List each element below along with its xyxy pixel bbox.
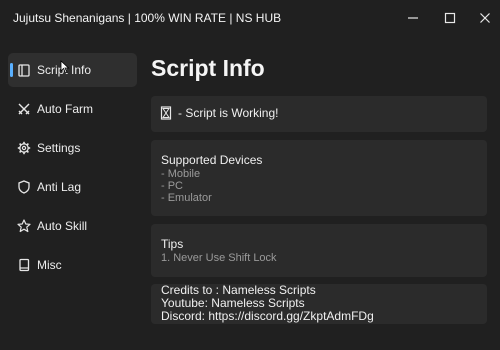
close-icon [480,13,490,23]
title-bar[interactable]: Jujutsu Shenanigans | 100% WIN RATE | NS… [0,0,500,36]
shield-icon [16,179,32,195]
sidebar-item-label: Auto Skill [37,219,88,233]
sidebar-item-anti-lag[interactable]: Anti Lag [8,170,137,204]
star-icon [16,218,32,234]
sidebar-item-misc[interactable]: Misc [8,248,137,282]
discord-line[interactable]: Discord: https://discord.gg/ZkptAdmFDg [161,310,374,323]
mouse-cursor-icon [60,60,70,74]
sidebar-item-label: Auto Farm [37,102,94,116]
status-text: - Script is Working! [178,106,279,120]
tip-item: 1. Never Use Shift Lock [161,252,277,264]
sidebar-item-label: Misc [37,258,62,272]
card-title: Supported Devices [161,153,263,167]
supported-devices-card: Supported Devices - Mobile - PC - Emulat… [151,140,487,216]
maximize-icon [444,12,456,24]
device-item: - Emulator [161,192,212,204]
sidebar-item-auto-farm[interactable]: Auto Farm [8,92,137,126]
device-item: - PC [161,180,183,192]
sidebar-item-label: Anti Lag [37,180,82,194]
card-title: Tips [161,237,184,251]
minimize-button[interactable] [403,8,423,28]
hourglass-icon [159,106,173,120]
book-icon [16,257,32,273]
clipboard-icon [16,62,32,78]
maximize-button[interactable] [440,8,460,28]
sidebar-item-label: Settings [37,141,81,155]
page-title: Script Info [151,55,265,81]
swords-icon [16,101,32,117]
tips-card: Tips 1. Never Use Shift Lock [151,224,487,277]
device-item: - Mobile [161,168,201,180]
gear-icon [16,140,32,156]
close-button[interactable] [475,8,495,28]
minimize-icon [408,17,418,19]
sidebar-item-settings[interactable]: Settings [8,131,137,165]
status-card: - Script is Working! [151,96,487,132]
app-window: Jujutsu Shenanigans | 100% WIN RATE | NS… [0,0,500,350]
credits-card: Credits to : Nameless Scripts Youtube: N… [151,284,487,324]
active-indicator [10,63,13,77]
window-title: Jujutsu Shenanigans | 100% WIN RATE | NS… [13,11,282,25]
sidebar-item-auto-skill[interactable]: Auto Skill [8,209,137,243]
sidebar-item-script-info[interactable]: Script Info [8,53,137,87]
